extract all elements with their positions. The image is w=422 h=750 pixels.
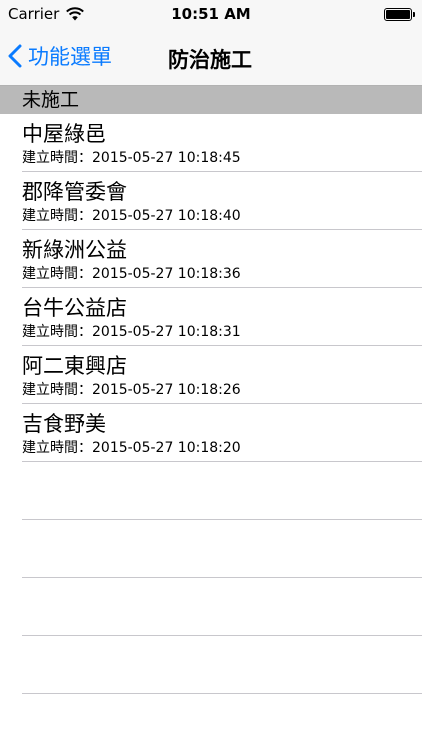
navigation-bar: 功能選單 防治施工: [0, 30, 422, 86]
chevron-left-icon: [8, 44, 22, 68]
list-item-created-time: 建立時間：2015-05-27 10:18:45: [22, 150, 241, 166]
list-item-created-time: 建立時間：2015-05-27 10:18:40: [22, 208, 241, 224]
list-item[interactable]: 阿二東興店 建立時間：2015-05-27 10:18:26: [0, 346, 422, 404]
site-list: 中屋綠邑 建立時間：2015-05-27 10:18:45 郡降管委會 建立時間…: [0, 114, 422, 694]
page-title: 防治施工: [168, 48, 252, 72]
list-item[interactable]: 中屋綠邑 建立時間：2015-05-27 10:18:45: [0, 114, 422, 172]
back-button-label: 功能選單: [28, 45, 112, 69]
list-item-title: 阿二東興店: [22, 354, 127, 378]
battery-icon: [384, 8, 415, 21]
list-item[interactable]: 台牛公益店 建立時間：2015-05-27 10:18:31: [0, 288, 422, 346]
empty-list-row: [0, 462, 422, 520]
status-bar: Carrier 10:51 AM: [0, 0, 422, 30]
back-button[interactable]: 功能選單: [8, 40, 112, 72]
section-header-not-started: 未施工: [0, 86, 422, 114]
empty-list-row: [0, 636, 422, 694]
list-item-title: 郡降管委會: [22, 180, 127, 204]
list-item-created-time: 建立時間：2015-05-27 10:18:36: [22, 266, 241, 282]
list-item[interactable]: 郡降管委會 建立時間：2015-05-27 10:18:40: [0, 172, 422, 230]
list-item-title: 中屋綠邑: [22, 122, 106, 146]
list-item-created-time: 建立時間：2015-05-27 10:18:20: [22, 440, 241, 456]
list-item-created-time: 建立時間：2015-05-27 10:18:26: [22, 382, 241, 398]
list-item[interactable]: 新綠洲公益 建立時間：2015-05-27 10:18:36: [0, 230, 422, 288]
empty-list-row: [0, 578, 422, 636]
list-item-title: 吉食野美: [22, 412, 106, 436]
list-item-created-time: 建立時間：2015-05-27 10:18:31: [22, 324, 241, 340]
empty-list-row: [0, 520, 422, 578]
status-time: 10:51 AM: [171, 5, 251, 23]
battery-fill: [386, 10, 410, 19]
list-item[interactable]: 吉食野美 建立時間：2015-05-27 10:18:20: [0, 404, 422, 462]
list-item-title: 新綠洲公益: [22, 238, 127, 262]
list-item-title: 台牛公益店: [22, 296, 127, 320]
